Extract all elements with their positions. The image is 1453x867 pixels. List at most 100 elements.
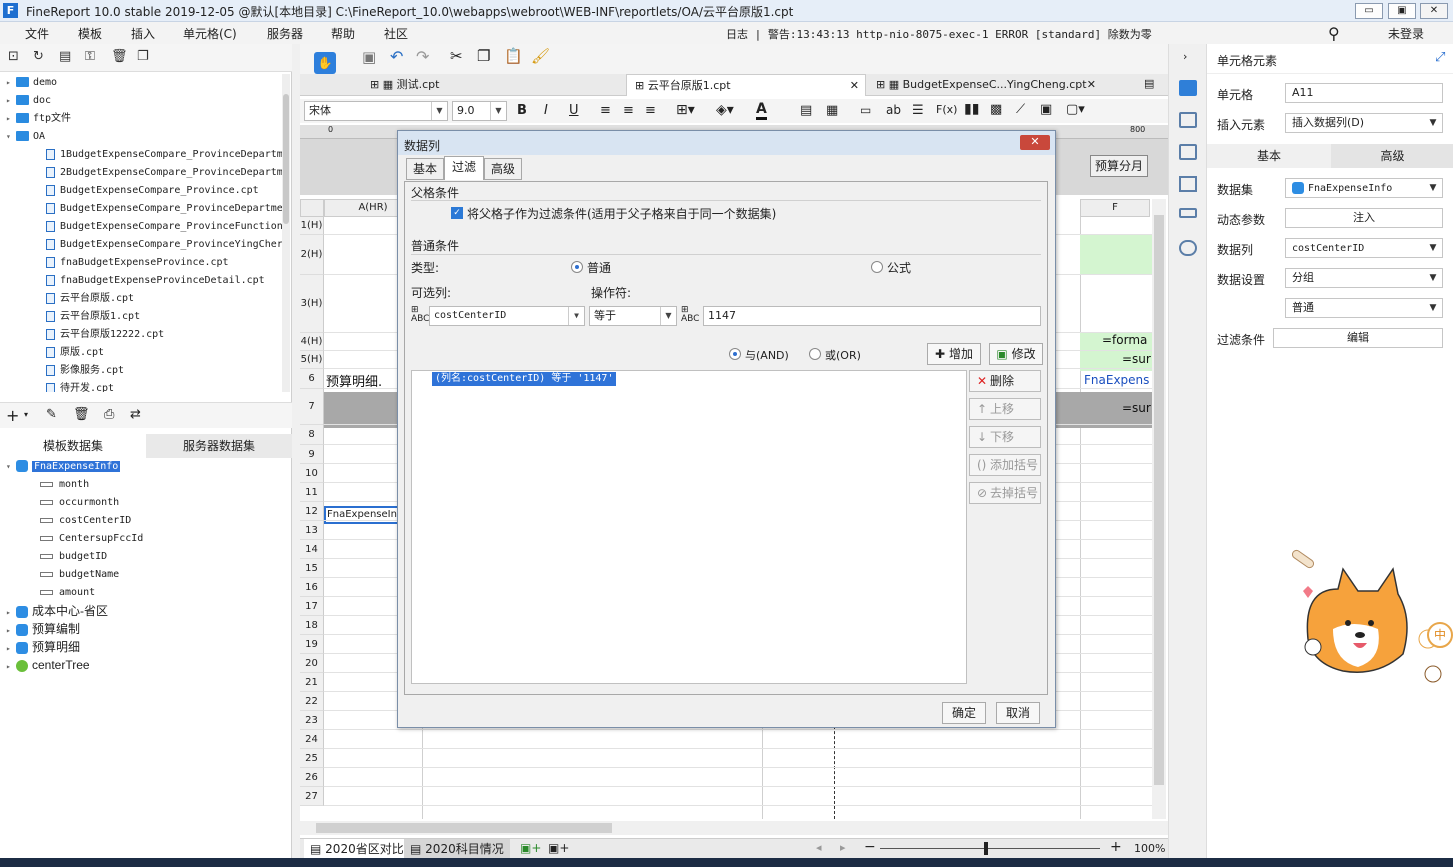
delete-icon[interactable]: 🗑	[111, 49, 128, 64]
refresh-icon[interactable]: ↻	[33, 49, 44, 64]
cell-element-icon[interactable]	[1179, 80, 1197, 96]
dialog-tab-basic[interactable]: 基本	[406, 158, 444, 180]
row-header[interactable]: 26	[300, 768, 324, 787]
dataset-field[interactable]: costCenterID	[40, 512, 131, 530]
dataset-item[interactable]: ▸ 成本中心-省区	[6, 602, 108, 620]
cell-f7[interactable]: =sur	[1122, 401, 1151, 415]
row-header[interactable]: 11	[300, 483, 324, 502]
row-header[interactable]: 20	[300, 654, 324, 673]
row-header[interactable]: 21	[300, 673, 324, 692]
row-header[interactable]: 27	[300, 787, 324, 806]
minimize-button[interactable]: ▭	[1355, 3, 1383, 19]
data-setting-select[interactable]: 分组 ▼	[1285, 268, 1443, 288]
text-icon[interactable]: ab	[886, 103, 901, 117]
convert-icon[interactable]: ⇄	[130, 407, 141, 422]
column-header-f[interactable]: F	[1080, 199, 1150, 217]
underline-icon[interactable]: U	[569, 103, 579, 118]
row-header[interactable]: 9	[300, 445, 324, 464]
menu-server[interactable]: 服务器	[267, 25, 303, 42]
move-down-button[interactable]: ↓ 下移	[969, 426, 1041, 448]
dataset-field[interactable]: budgetID	[40, 548, 107, 566]
zoom-out-icon[interactable]: −	[864, 839, 876, 855]
dataset-item[interactable]: ▾ FnaExpenseInfo	[6, 458, 121, 476]
cell-f6[interactable]: FnaExpens	[1084, 373, 1149, 387]
widget-icon[interactable]	[1179, 176, 1197, 192]
condition-item[interactable]: (列名:costCenterID) 等于 '1147'	[432, 372, 617, 386]
tab-budget-expense[interactable]: ⊞ ▦ BudgetExpenseC...YingCheng.cpt ✕	[868, 74, 1108, 96]
log-status[interactable]: 日志 | 警告:13:43:13 http-nio-8075-exec-1 ER…	[726, 26, 1152, 42]
scroll-thumb[interactable]	[316, 823, 612, 833]
dataset-field[interactable]: month	[40, 476, 89, 494]
slash-icon[interactable]: ⟋	[1016, 102, 1025, 117]
menu-help[interactable]: 帮助	[331, 25, 355, 42]
edit-cell-icon[interactable]: ☰	[912, 103, 924, 118]
scroll-thumb[interactable]	[283, 94, 289, 224]
grid-hscroll[interactable]	[300, 821, 1168, 835]
chevron-down-icon[interactable]: ▾	[24, 410, 28, 419]
insert-element-select[interactable]: 插入数据列(D) ▼	[1285, 113, 1443, 133]
chevron-right-icon[interactable]: ▸	[6, 658, 16, 676]
inject-button[interactable]: 注入	[1285, 208, 1443, 228]
row-header[interactable]: 6	[300, 369, 324, 389]
cell-address-input[interactable]: A11	[1285, 83, 1443, 103]
cell-f2[interactable]	[1080, 235, 1152, 275]
dialog-tab-filter[interactable]: 过滤	[444, 156, 484, 180]
chart-icon[interactable]: ▮▮	[964, 101, 979, 117]
row-header[interactable]: 25	[300, 749, 324, 768]
chevron-down-icon[interactable]: ▾	[6, 458, 16, 476]
merge-icon[interactable]: ▤	[800, 103, 812, 118]
edit-icon[interactable]: ✎	[46, 407, 57, 422]
row-header[interactable]: 2(H)	[300, 235, 324, 275]
parent-filter-checkbox[interactable]: ✓	[451, 207, 463, 219]
dataset-item[interactable]: ▸ 预算明细	[6, 638, 80, 656]
bold-icon[interactable]: B	[517, 103, 527, 118]
row-header[interactable]: 8	[300, 425, 324, 445]
insert-row-icon[interactable]: ▭	[860, 103, 871, 117]
menu-insert[interactable]: 插入	[131, 25, 155, 42]
chevron-right-icon[interactable]: ▸	[6, 74, 16, 92]
save-icon[interactable]: ▣	[362, 48, 376, 66]
tree-file[interactable]: 影像服务.cpt	[46, 362, 124, 380]
condition-attribute-icon[interactable]	[1179, 144, 1197, 160]
row-header[interactable]: 5(H)	[300, 351, 324, 369]
cancel-button[interactable]: 取消	[996, 702, 1040, 724]
row-header[interactable]: 23	[300, 711, 324, 730]
tree-folder[interactable]: ▾ OA	[6, 128, 45, 146]
tree-folder[interactable]: ▸ doc	[6, 92, 51, 110]
tree-file[interactable]: BudgetExpenseCompare_ProvinceDepartme	[46, 200, 283, 218]
dataset-field[interactable]: budgetName	[40, 566, 119, 584]
tree-file[interactable]: 待开发.cpt	[46, 380, 114, 392]
align-center-icon[interactable]: ≡	[623, 103, 634, 118]
tree-scrollbar[interactable]	[282, 74, 290, 392]
row-header[interactable]: 24	[300, 730, 324, 749]
add-dataset-icon[interactable]: +	[6, 406, 19, 425]
italic-icon[interactable]: I	[544, 103, 548, 118]
designer-mode-icon[interactable]: ✋	[314, 52, 336, 74]
row-header[interactable]: 18	[300, 616, 324, 635]
tree-file[interactable]: BudgetExpenseCompare_Province.cpt	[46, 182, 259, 200]
chevron-right-icon[interactable]: ▸	[6, 92, 16, 110]
format-painter-icon[interactable]: 🖌	[531, 47, 550, 65]
zoom-in-icon[interactable]: +	[1110, 839, 1122, 855]
menu-cell[interactable]: 单元格(C)	[183, 25, 237, 42]
copy-cell-icon[interactable]: ❐	[477, 47, 490, 65]
sheet-tab-subject[interactable]: ▤ 2020科目情况	[404, 839, 510, 859]
budget-month-button[interactable]: 预算分月	[1090, 155, 1148, 177]
font-size-select[interactable]: 9.0 ▼	[452, 101, 507, 121]
add-sheet-icon[interactable]: ▣+	[520, 841, 541, 855]
data-mining-icon[interactable]	[1179, 208, 1197, 218]
remove-parenthesis-button[interactable]: ⊘ 去掉括号	[969, 482, 1041, 504]
condition-list[interactable]: (列名:costCenterID) 等于 '1147'	[411, 370, 967, 684]
scroll-left-icon[interactable]: ◂	[816, 841, 822, 854]
unmerge-icon[interactable]: ▦	[826, 103, 838, 118]
cut-icon[interactable]: ✂	[450, 47, 463, 65]
data-setting-mode-select[interactable]: 普通 ▼	[1285, 298, 1443, 318]
row-header[interactable]: 17	[300, 597, 324, 616]
cell-attribute-icon[interactable]	[1179, 112, 1197, 128]
add-condition-button[interactable]: ✚ 增加	[927, 343, 981, 365]
row-header[interactable]: 22	[300, 692, 324, 711]
move-up-button[interactable]: ↑ 上移	[969, 398, 1041, 420]
tree-folder[interactable]: ▸ demo	[6, 74, 57, 92]
menu-template[interactable]: 模板	[78, 25, 102, 42]
row-header[interactable]: 15	[300, 559, 324, 578]
